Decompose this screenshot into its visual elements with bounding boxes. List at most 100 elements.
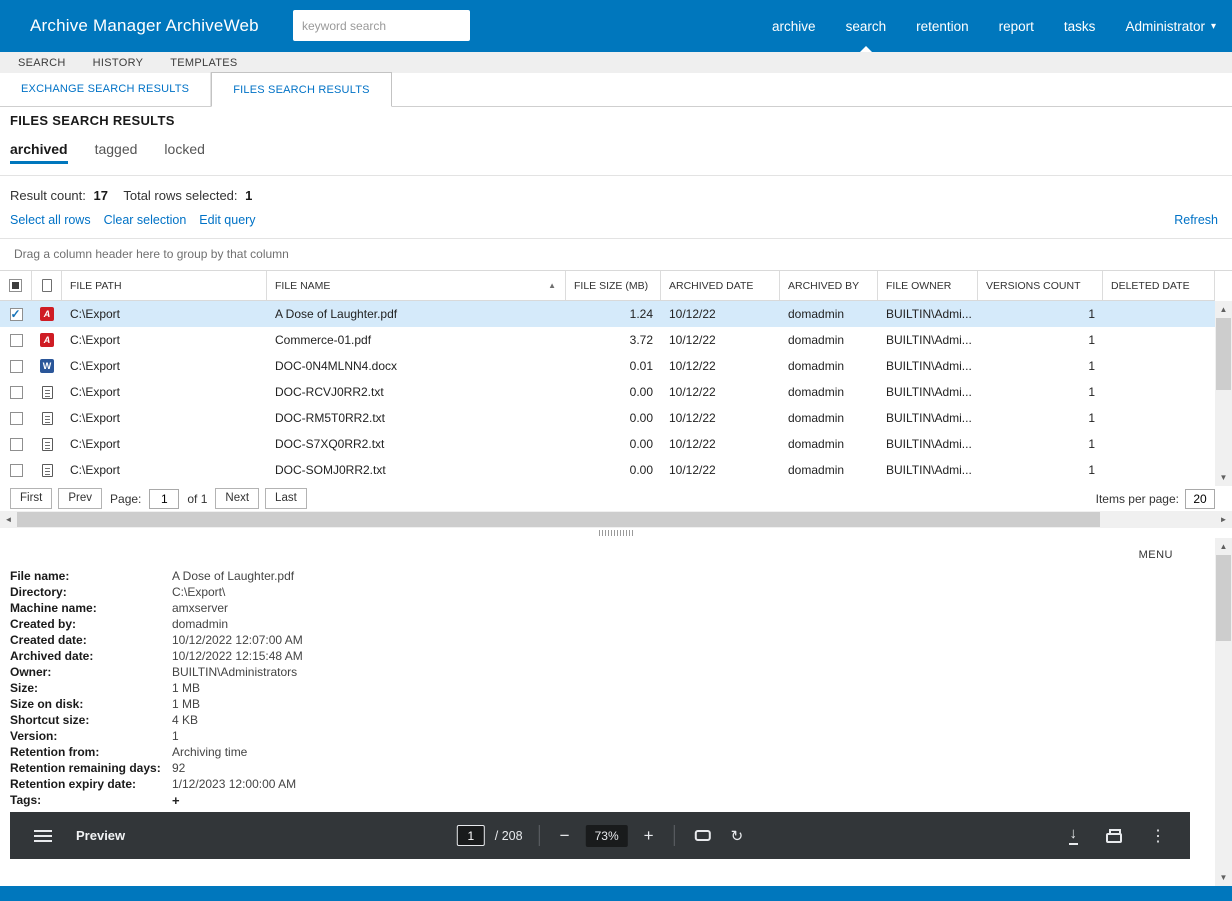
row-select-cell[interactable] bbox=[0, 431, 32, 457]
nav-item-report[interactable]: report bbox=[999, 0, 1034, 52]
menubar-item-templates[interactable]: TEMPLATES bbox=[170, 57, 237, 69]
column-header-file-path[interactable]: FILE PATH bbox=[62, 271, 267, 300]
row-checkbox[interactable] bbox=[10, 438, 23, 451]
nav-item-retention[interactable]: retention bbox=[916, 0, 969, 52]
deleted-date-cell bbox=[1103, 457, 1215, 483]
row-checkbox[interactable] bbox=[10, 464, 23, 477]
detail-label: File name: bbox=[10, 569, 172, 583]
dropdown-caret-icon: ▾ bbox=[1211, 21, 1216, 32]
zoom-level[interactable]: 73% bbox=[586, 825, 628, 847]
last-page-button[interactable]: Last bbox=[265, 488, 307, 509]
nav-item-tasks[interactable]: tasks bbox=[1064, 0, 1096, 52]
column-header-versions-count[interactable]: VERSIONS COUNT bbox=[978, 271, 1103, 300]
more-options-button[interactable]: ⋮ bbox=[1150, 826, 1166, 846]
file-size-cell: 0.00 bbox=[566, 405, 661, 431]
column-header-archived-by[interactable]: ARCHIVED BY bbox=[780, 271, 878, 300]
row-select-cell[interactable] bbox=[0, 379, 32, 405]
file-owner-cell: BUILTIN\Admi... bbox=[878, 457, 978, 483]
download-button[interactable]: ↓ bbox=[1069, 826, 1079, 845]
keyword-search-input[interactable] bbox=[293, 10, 470, 41]
table-scroll-thumb[interactable] bbox=[1216, 318, 1231, 390]
subtabs: archived tagged locked bbox=[10, 141, 205, 164]
detail-value: C:\Export\ bbox=[172, 585, 225, 599]
subtab-archived[interactable]: archived bbox=[10, 141, 68, 164]
subtab-locked[interactable]: locked bbox=[164, 141, 204, 164]
menubar-item-search[interactable]: SEARCH bbox=[18, 57, 66, 69]
nav-item-search[interactable]: search bbox=[846, 0, 887, 52]
menubar-item-history[interactable]: HISTORY bbox=[93, 57, 144, 69]
details-menu-button[interactable]: MENU bbox=[1139, 549, 1173, 561]
horizontal-scrollbar[interactable]: ◄ ► bbox=[0, 511, 1232, 528]
scroll-left-arrow-icon[interactable]: ◄ bbox=[0, 511, 17, 528]
scroll-right-arrow-icon[interactable]: ► bbox=[1215, 511, 1232, 528]
column-header-archived-date[interactable]: ARCHIVED DATE bbox=[661, 271, 780, 300]
versions-count-cell: 1 bbox=[978, 457, 1103, 483]
zoom-out-button[interactable]: − bbox=[556, 827, 574, 844]
tab-exchange-search-results[interactable]: EXCHANGE SEARCH RESULTS bbox=[0, 72, 211, 106]
subtab-tagged[interactable]: tagged bbox=[95, 141, 138, 164]
archived-by-cell: domadmin bbox=[780, 431, 878, 457]
detail-field: Machine name:amxserver bbox=[10, 600, 303, 616]
detail-label: Retention from: bbox=[10, 745, 172, 759]
details-scroll-thumb[interactable] bbox=[1216, 555, 1231, 641]
items-per-page-input[interactable] bbox=[1185, 489, 1215, 509]
prev-page-button[interactable]: Prev bbox=[58, 488, 102, 509]
column-header-label: ARCHIVED BY bbox=[788, 280, 859, 292]
table-vertical-scrollbar[interactable]: ▲ ▼ bbox=[1215, 301, 1232, 486]
scroll-down-arrow-icon[interactable]: ▼ bbox=[1215, 869, 1232, 886]
scroll-up-arrow-icon[interactable]: ▲ bbox=[1215, 538, 1232, 555]
next-page-button[interactable]: Next bbox=[215, 488, 259, 509]
row-checkbox[interactable] bbox=[10, 412, 23, 425]
horizontal-scroll-thumb[interactable] bbox=[17, 512, 1100, 527]
table-row[interactable]: AC:\ExportCommerce-01.pdf3.7210/12/22dom… bbox=[0, 327, 1215, 353]
file-owner-cell: BUILTIN\Admi... bbox=[878, 327, 978, 353]
add-tag-button[interactable]: + bbox=[172, 793, 180, 808]
action-edit-query[interactable]: Edit query bbox=[199, 213, 255, 227]
row-select-cell[interactable] bbox=[0, 301, 32, 327]
column-header-label: FILE NAME bbox=[275, 280, 330, 292]
row-select-cell[interactable] bbox=[0, 327, 32, 353]
file-owner-cell: BUILTIN\Admi... bbox=[878, 379, 978, 405]
zoom-in-button[interactable]: + bbox=[640, 827, 658, 844]
row-checkbox[interactable] bbox=[10, 334, 23, 347]
row-checkbox[interactable] bbox=[10, 386, 23, 399]
table-row[interactable]: C:\ExportDOC-SOMJ0RR2.txt0.0010/12/22dom… bbox=[0, 457, 1215, 483]
table-row[interactable]: C:\ExportDOC-RM5T0RR2.txt0.0010/12/22dom… bbox=[0, 405, 1215, 431]
row-checkbox[interactable] bbox=[10, 360, 23, 373]
select-all-checkbox[interactable] bbox=[9, 279, 22, 292]
pane-splitter[interactable] bbox=[0, 528, 1232, 538]
table-row[interactable]: AC:\ExportA Dose of Laughter.pdf1.2410/1… bbox=[0, 301, 1215, 327]
scroll-down-arrow-icon[interactable]: ▼ bbox=[1215, 469, 1232, 486]
file-path-cell: C:\Export bbox=[62, 301, 267, 327]
row-select-cell[interactable] bbox=[0, 405, 32, 431]
detail-label: Created date: bbox=[10, 633, 172, 647]
details-vertical-scrollbar[interactable]: ▲ ▼ bbox=[1215, 538, 1232, 886]
row-select-cell[interactable] bbox=[0, 353, 32, 379]
table-row[interactable]: C:\ExportDOC-RCVJ0RR2.txt0.0010/12/22dom… bbox=[0, 379, 1215, 405]
nav-item-administrator[interactable]: Administrator▾ bbox=[1125, 0, 1216, 52]
tab-files-search-results[interactable]: FILES SEARCH RESULTS bbox=[211, 72, 391, 107]
nav-item-archive[interactable]: archive bbox=[772, 0, 816, 52]
table-row[interactable]: WC:\ExportDOC-0N4MLNN4.docx0.0110/12/22d… bbox=[0, 353, 1215, 379]
select-all-cell[interactable] bbox=[0, 271, 32, 300]
column-header-file-owner[interactable]: FILE OWNER bbox=[878, 271, 978, 300]
scroll-up-arrow-icon[interactable]: ▲ bbox=[1215, 301, 1232, 318]
row-checkbox[interactable] bbox=[10, 308, 23, 321]
print-button[interactable] bbox=[1106, 829, 1122, 843]
archived-by-cell: domadmin bbox=[780, 353, 878, 379]
viewer-hamburger-menu-icon[interactable] bbox=[34, 830, 52, 842]
table-row[interactable]: C:\ExportDOC-S7XQ0RR2.txt0.0010/12/22dom… bbox=[0, 431, 1215, 457]
fit-to-page-button[interactable] bbox=[695, 830, 711, 841]
column-header-deleted-date[interactable]: DELETED DATE bbox=[1103, 271, 1215, 300]
action-select-all-rows[interactable]: Select all rows bbox=[10, 213, 91, 227]
viewer-page-input[interactable] bbox=[457, 825, 485, 846]
column-header-file-name[interactable]: FILE NAME▲ bbox=[267, 271, 566, 300]
page-number-input[interactable] bbox=[149, 489, 179, 509]
row-select-cell[interactable] bbox=[0, 457, 32, 483]
rotate-button[interactable]: ↻ bbox=[731, 827, 744, 845]
first-page-button[interactable]: First bbox=[10, 488, 52, 509]
action-clear-selection[interactable]: Clear selection bbox=[104, 213, 187, 227]
refresh-link[interactable]: Refresh bbox=[1174, 213, 1218, 227]
column-header-file-size-mb[interactable]: FILE SIZE (MB) bbox=[566, 271, 661, 300]
group-by-bar[interactable]: Drag a column header here to group by th… bbox=[0, 239, 1232, 271]
